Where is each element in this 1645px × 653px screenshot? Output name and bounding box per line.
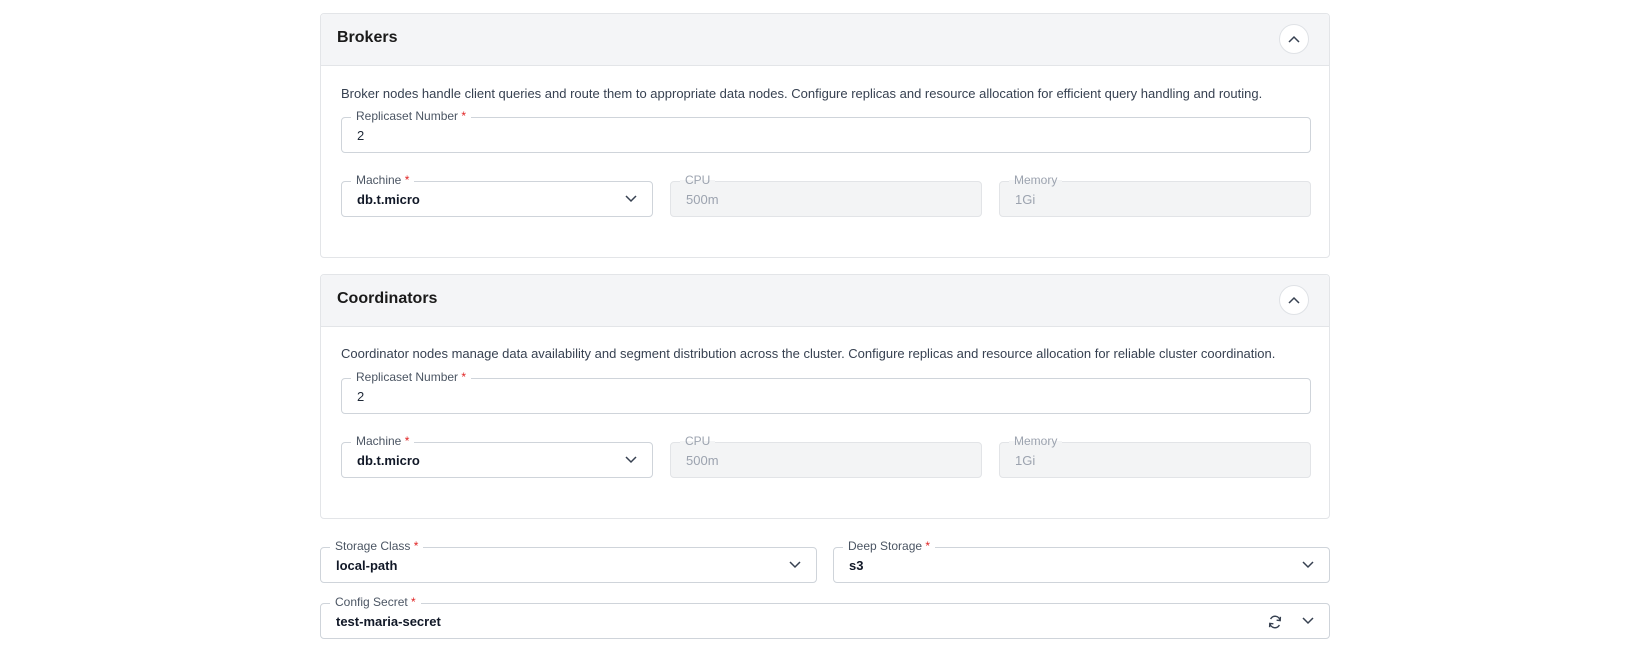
coordinators-panel-header[interactable]: Coordinators [321, 275, 1329, 327]
chevron-down-icon[interactable] [788, 560, 802, 570]
brokers-replicaset-label: Replicaset Number * [351, 108, 472, 124]
coordinators-replicaset-input[interactable]: Replicaset Number * 2 [341, 369, 1311, 414]
brokers-replicaset-input[interactable]: Replicaset Number * 2 [341, 108, 1311, 153]
coordinators-machine-value: db.t.micro [357, 453, 420, 468]
coordinators-replicaset-value: 2 [357, 389, 365, 404]
brokers-cpu-value: 500m [686, 192, 719, 207]
chevron-up-icon [1288, 296, 1300, 304]
brokers-cpu-field: CPU 500m [670, 172, 982, 217]
coordinators-panel: Coordinators Coordinator nodes manage da… [320, 274, 1330, 519]
deep-storage-value: s3 [849, 558, 864, 573]
coordinators-description: Coordinator nodes manage data availabili… [341, 346, 1276, 361]
brokers-panel: Brokers Broker nodes handle client queri… [320, 13, 1330, 258]
storage-class-label: Storage Class * [330, 538, 424, 554]
brokers-replicaset-value: 2 [357, 128, 365, 143]
chevron-down-icon[interactable] [624, 194, 638, 204]
brokers-machine-select[interactable]: Machine * db.t.micro [341, 172, 653, 217]
deep-storage-label: Deep Storage * [843, 538, 936, 554]
coordinators-memory-label: Memory [1009, 433, 1063, 449]
brokers-memory-field: Memory 1Gi [999, 172, 1311, 217]
brokers-cpu-label: CPU [680, 172, 716, 188]
coordinators-title: Coordinators [337, 290, 438, 307]
coordinators-cpu-label: CPU [680, 433, 716, 449]
coordinators-machine-select[interactable]: Machine * db.t.micro [341, 433, 653, 478]
config-secret-select[interactable]: Config Secret * test-maria-secret [320, 594, 1330, 639]
brokers-description: Broker nodes handle client queries and r… [341, 86, 1263, 101]
brokers-collapse-button[interactable] [1279, 24, 1309, 54]
coordinators-replicaset-label: Replicaset Number * [351, 369, 472, 385]
storage-class-value: local-path [336, 558, 398, 573]
brokers-memory-label: Memory [1009, 172, 1063, 188]
deep-storage-select[interactable]: Deep Storage * s3 [833, 538, 1330, 583]
chevron-down-icon[interactable] [1301, 616, 1315, 626]
brokers-machine-value: db.t.micro [357, 192, 420, 207]
config-secret-label: Config Secret * [330, 594, 421, 610]
brokers-machine-label: Machine * [351, 172, 415, 188]
coordinators-memory-value: 1Gi [1015, 453, 1036, 468]
brokers-title: Brokers [337, 29, 398, 46]
chevron-down-icon[interactable] [624, 455, 638, 465]
storage-class-select[interactable]: Storage Class * local-path [320, 538, 817, 583]
coordinators-cpu-value: 500m [686, 453, 719, 468]
coordinators-memory-field: Memory 1Gi [999, 433, 1311, 478]
brokers-memory-value: 1Gi [1015, 192, 1036, 207]
refresh-icon[interactable] [1267, 614, 1283, 630]
brokers-panel-header[interactable]: Brokers [321, 14, 1329, 66]
chevron-down-icon[interactable] [1301, 560, 1315, 570]
chevron-up-icon [1288, 35, 1300, 43]
coordinators-collapse-button[interactable] [1279, 285, 1309, 315]
coordinators-cpu-field: CPU 500m [670, 433, 982, 478]
config-secret-value: test-maria-secret [336, 614, 441, 629]
coordinators-machine-label: Machine * [351, 433, 415, 449]
